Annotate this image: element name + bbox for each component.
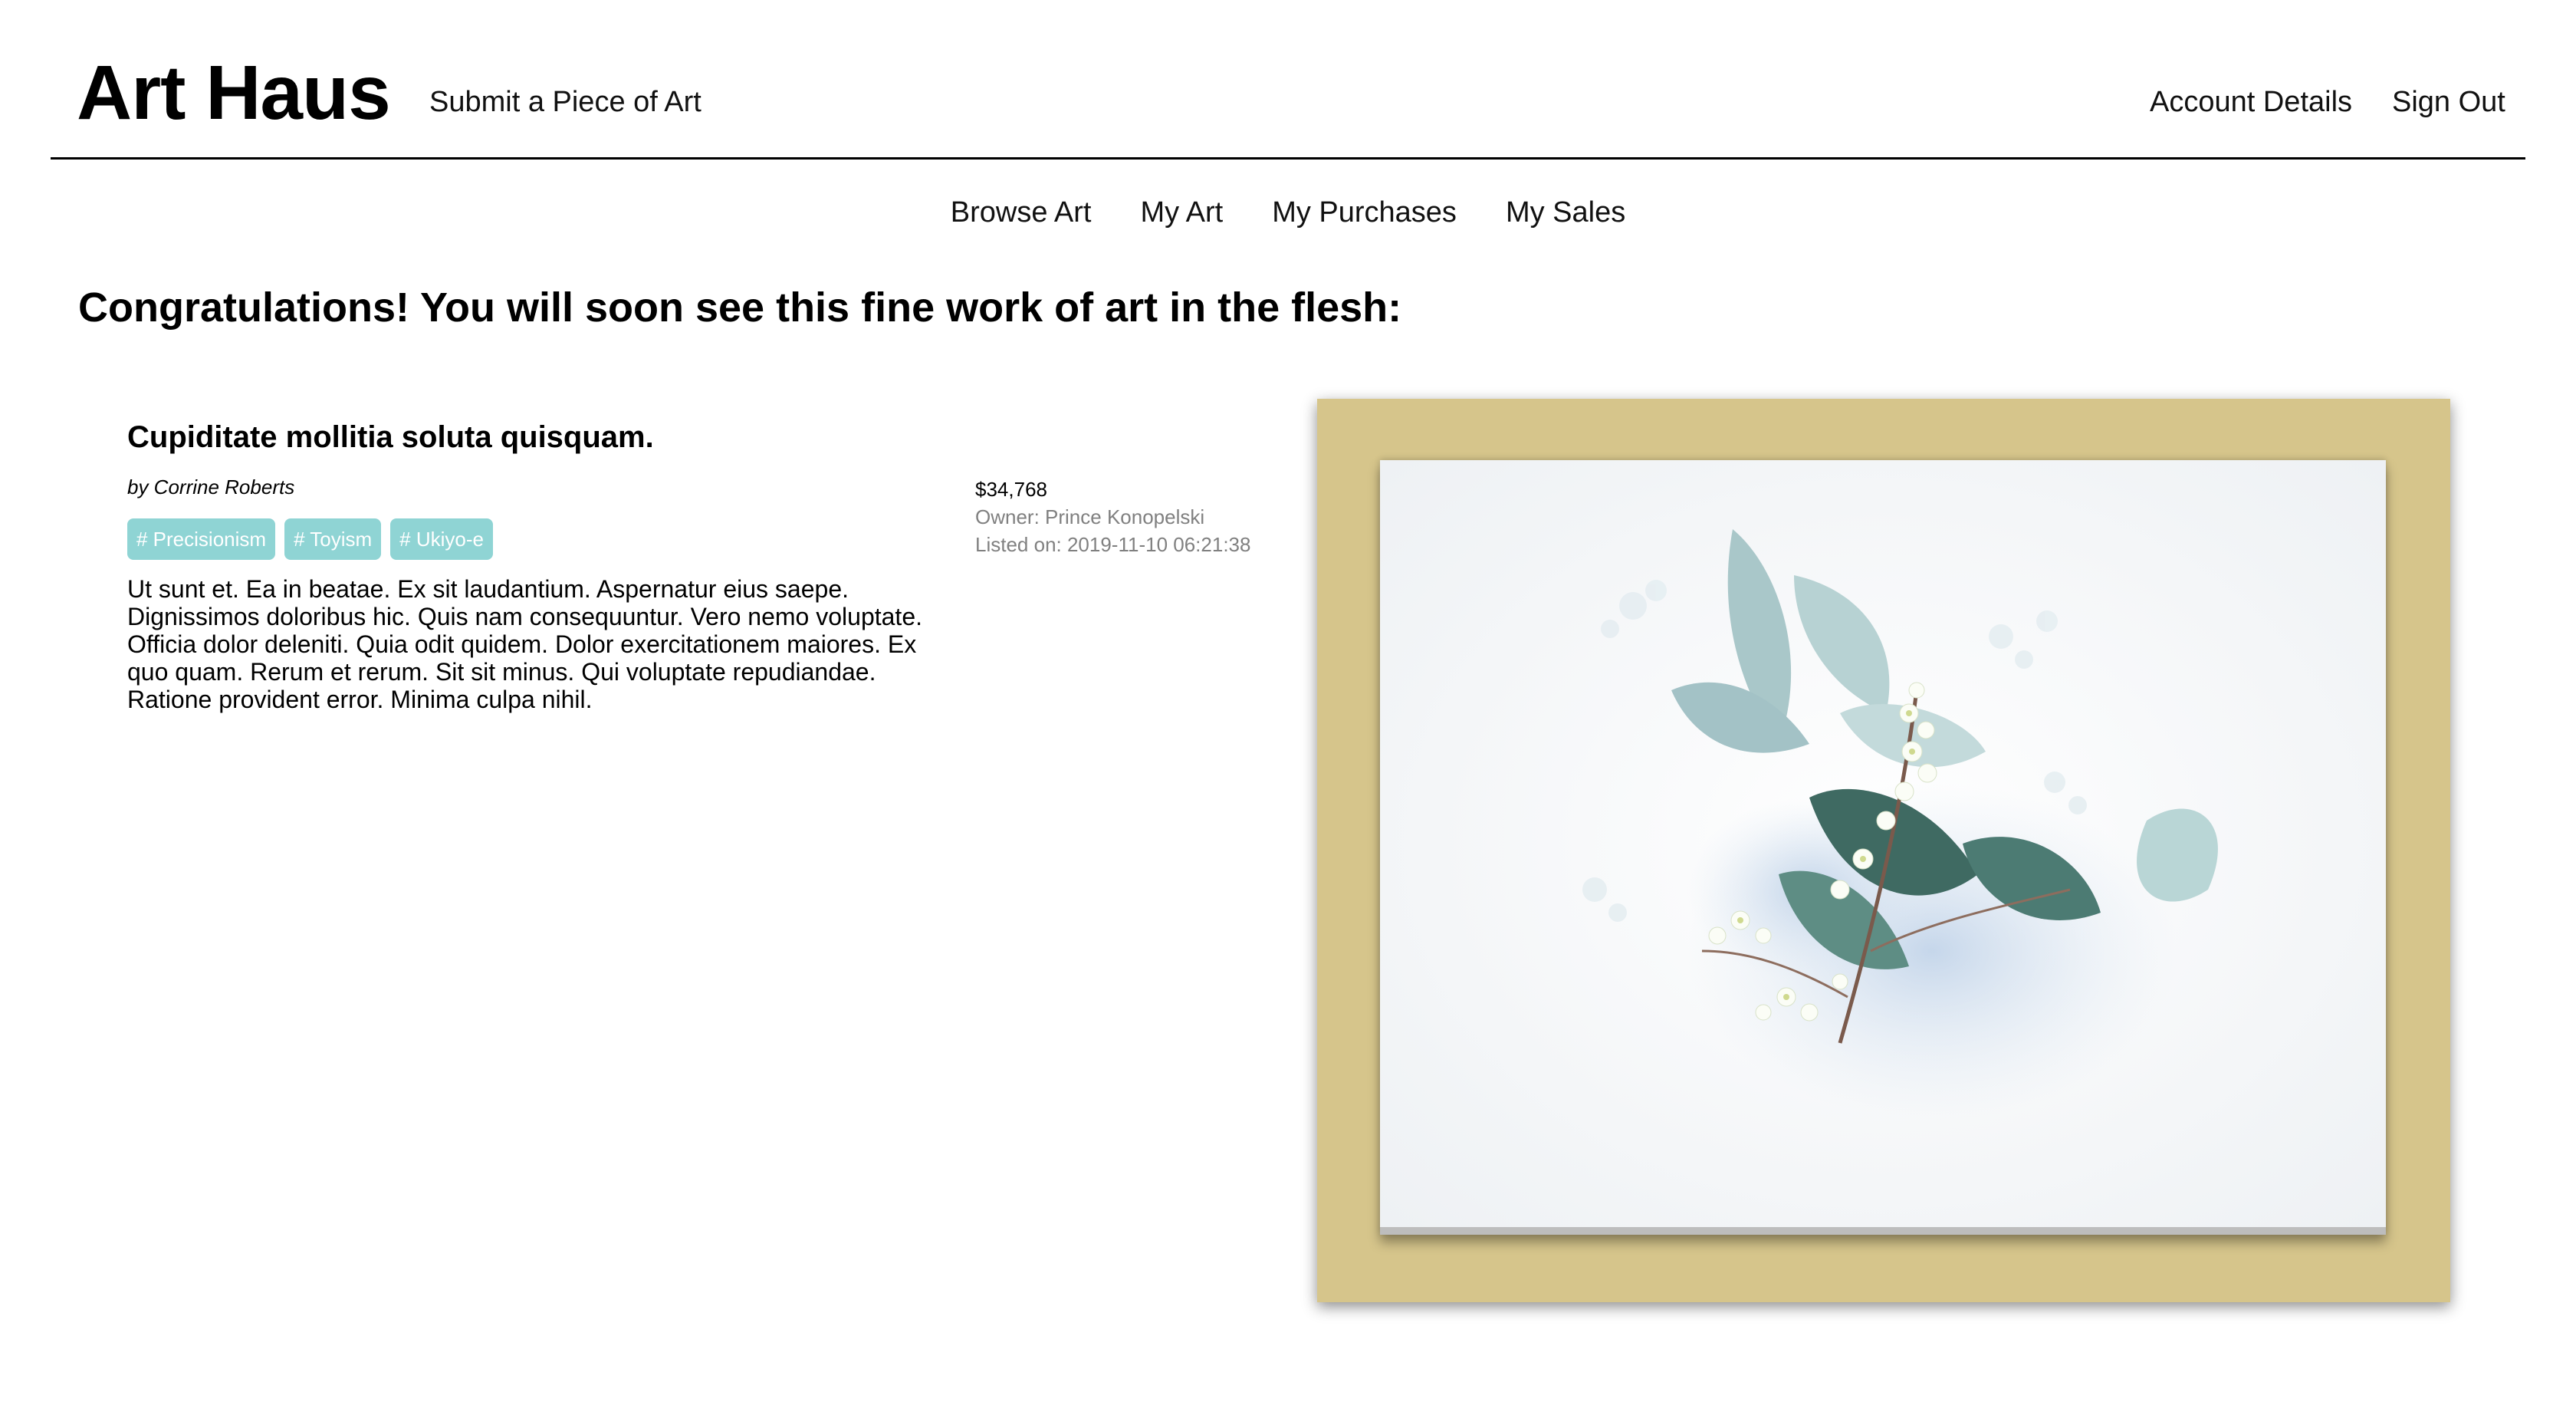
site-header: Art Haus Submit a Piece of Art Account D… (51, 0, 2525, 160)
tag-list: # Precisionism # Toyism # Ukiyo-e (127, 518, 493, 560)
tag-toyism[interactable]: # Toyism (284, 518, 382, 560)
account-details-link[interactable]: Account Details (2150, 84, 2352, 120)
submit-art-link[interactable]: Submit a Piece of Art (429, 84, 702, 120)
main-nav: Browse Art My Art My Purchases My Sales (0, 195, 2576, 230)
artwork-title: Cupiditate mollitia soluta quisquam. (127, 420, 654, 454)
artwork-artist: by Corrine Roberts (127, 475, 295, 498)
artwork-description: Ut sunt et. Ea in beatae. Ex sit laudant… (127, 575, 922, 713)
page-heading: Congratulations! You will soon see this … (78, 285, 1402, 331)
sign-out-link[interactable]: Sign Out (2392, 84, 2505, 120)
artwork-image (1380, 460, 2386, 1235)
nav-my-purchases[interactable]: My Purchases (1272, 195, 1457, 230)
tag-precisionism[interactable]: # Precisionism (127, 518, 276, 560)
artwork-listed-date: Listed on: 2019-11-10 06:21:38 (975, 533, 1251, 556)
nav-my-art[interactable]: My Art (1141, 195, 1224, 230)
nav-my-sales[interactable]: My Sales (1506, 195, 1625, 230)
artwork-frame (1317, 399, 2450, 1302)
artwork-meta: $34,768 Owner: Prince Konopelski Listed … (975, 475, 1250, 558)
artwork-price: $34,768 (975, 478, 1047, 501)
botanical-painting (1380, 460, 2386, 1227)
artwork-owner: Owner: Prince Konopelski (975, 505, 1205, 528)
brand-logo[interactable]: Art Haus (77, 51, 391, 135)
nav-browse-art[interactable]: Browse Art (951, 195, 1092, 230)
tag-ukiyo-e[interactable]: # Ukiyo-e (390, 518, 493, 560)
